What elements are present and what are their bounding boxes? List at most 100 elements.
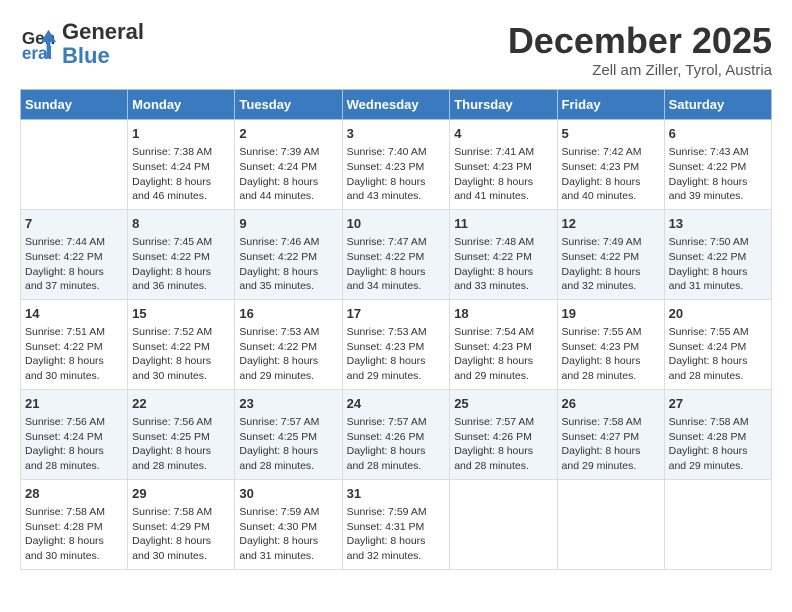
calendar-cell: 31 Sunrise: 7:59 AM Sunset: 4:31 PM Dayli… [342,479,450,569]
day-info: Sunrise: 7:46 AM Sunset: 4:22 PM Dayligh… [239,235,337,294]
calendar-cell: 25Sunrise: 7:57 AM Sunset: 4:26 PM Dayli… [450,389,557,479]
day-number: 20 [669,305,767,323]
weekday-header-sunday: Sunday [21,90,128,120]
day-number: 2 [239,125,337,143]
weekday-header-thursday: Thursday [450,90,557,120]
weekday-header-tuesday: Tuesday [235,90,342,120]
day-info: Sunrise: 7:56 AM Sunset: 4:25 PM Dayligh… [132,415,230,474]
calendar-cell: 24Sunrise: 7:57 AM Sunset: 4:26 PM Dayli… [342,389,450,479]
day-number: 22 [132,395,230,413]
day-info: Sunrise: 7:58 AM Sunset: 4:28 PM Dayligh… [25,505,123,564]
day-number: 15 [132,305,230,323]
day-info: Sunrise: 7:41 AM Sunset: 4:23 PM Dayligh… [454,145,552,204]
logo-line1: General [62,19,144,44]
day-number: 28 [25,485,123,503]
day-number: 18 [454,305,552,323]
calendar-week-row: 21 Sunrise: 7:56 AM Sunset: 4:24 PM Dayli… [21,389,772,479]
calendar-cell [21,120,128,210]
calendar-cell [664,479,771,569]
day-info: Sunrise: 7:59 AM Sunset: 4:30 PM Dayligh… [239,505,337,564]
day-number: 1 [132,125,230,143]
day-number: 16 [239,305,337,323]
calendar-cell: 21 Sunrise: 7:56 AM Sunset: 4:24 PM Dayli… [21,389,128,479]
weekday-header-row: SundayMondayTuesdayWednesdayThursdayFrid… [21,90,772,120]
day-info: Sunrise: 7:57 AM Sunset: 4:25 PM Dayligh… [239,415,337,474]
calendar-cell [557,479,664,569]
logo: Gen eral General Blue [20,20,144,68]
calendar-cell: 28 Sunrise: 7:58 AM Sunset: 4:28 PM Dayli… [21,479,128,569]
calendar-cell: 3Sunrise: 7:40 AM Sunset: 4:23 PM Daylig… [342,120,450,210]
day-number: 29 [132,485,230,503]
day-number: 19 [562,305,660,323]
day-number: 12 [562,215,660,233]
day-info: Sunrise: 7:49 AM Sunset: 4:22 PM Dayligh… [562,235,660,294]
calendar-cell: 26 Sunrise: 7:58 AM Sunset: 4:27 PM Dayli… [557,389,664,479]
day-info: Sunrise: 7:55 AM Sunset: 4:24 PM Dayligh… [669,325,767,384]
day-info: Sunrise: 7:39 AM Sunset: 4:24 PM Dayligh… [239,145,337,204]
location: Zell am Ziller, Tyrol, Austria [508,62,772,79]
calendar-cell: 6Sunrise: 7:43 AM Sunset: 4:22 PM Daylig… [664,120,771,210]
day-info: Sunrise: 7:51 AM Sunset: 4:22 PM Dayligh… [25,325,123,384]
day-info: Sunrise: 7:55 AM Sunset: 4:23 PM Dayligh… [562,325,660,384]
calendar-cell: 22 Sunrise: 7:56 AM Sunset: 4:25 PM Dayli… [128,389,235,479]
calendar-cell: 17 Sunrise: 7:53 AM Sunset: 4:23 PM Dayli… [342,299,450,389]
calendar-cell: 10 Sunrise: 7:47 AM Sunset: 4:22 PM Dayli… [342,209,450,299]
calendar-cell: 13Sunrise: 7:50 AM Sunset: 4:22 PM Dayli… [664,209,771,299]
calendar-cell: 16 Sunrise: 7:53 AM Sunset: 4:22 PM Dayli… [235,299,342,389]
calendar-cell: 11Sunrise: 7:48 AM Sunset: 4:22 PM Dayli… [450,209,557,299]
month-title: December 2025 [508,20,772,62]
day-info: Sunrise: 7:44 AM Sunset: 4:22 PM Dayligh… [25,235,123,294]
calendar-week-row: 1Sunrise: 7:38 AM Sunset: 4:24 PM Daylig… [21,120,772,210]
calendar-cell: 18 Sunrise: 7:54 AM Sunset: 4:23 PM Dayli… [450,299,557,389]
day-number: 26 [562,395,660,413]
calendar-cell: 2 Sunrise: 7:39 AM Sunset: 4:24 PM Daylig… [235,120,342,210]
calendar-cell: 14 Sunrise: 7:51 AM Sunset: 4:22 PM Dayli… [21,299,128,389]
day-info: Sunrise: 7:57 AM Sunset: 4:26 PM Dayligh… [454,415,552,474]
day-info: Sunrise: 7:59 AM Sunset: 4:31 PM Dayligh… [347,505,446,564]
day-info: Sunrise: 7:53 AM Sunset: 4:23 PM Dayligh… [347,325,446,384]
day-info: Sunrise: 7:58 AM Sunset: 4:28 PM Dayligh… [669,415,767,474]
day-number: 24 [347,395,446,413]
title-block: December 2025 Zell am Ziller, Tyrol, Aus… [508,20,772,79]
logo-icon: Gen eral [20,25,58,63]
day-number: 31 [347,485,446,503]
calendar-cell: 15 Sunrise: 7:52 AM Sunset: 4:22 PM Dayli… [128,299,235,389]
calendar-cell: 8 Sunrise: 7:45 AM Sunset: 4:22 PM Daylig… [128,209,235,299]
calendar-week-row: 7 Sunrise: 7:44 AM Sunset: 4:22 PM Daylig… [21,209,772,299]
day-number: 27 [669,395,767,413]
weekday-header-friday: Friday [557,90,664,120]
day-number: 5 [562,125,660,143]
day-number: 3 [347,125,446,143]
day-info: Sunrise: 7:53 AM Sunset: 4:22 PM Dayligh… [239,325,337,384]
calendar-cell: 27 Sunrise: 7:58 AM Sunset: 4:28 PM Dayli… [664,389,771,479]
calendar-cell: 4Sunrise: 7:41 AM Sunset: 4:23 PM Daylig… [450,120,557,210]
day-info: Sunrise: 7:50 AM Sunset: 4:22 PM Dayligh… [669,235,767,294]
calendar-week-row: 28 Sunrise: 7:58 AM Sunset: 4:28 PM Dayli… [21,479,772,569]
day-number: 10 [347,215,446,233]
day-info: Sunrise: 7:56 AM Sunset: 4:24 PM Dayligh… [25,415,123,474]
day-number: 14 [25,305,123,323]
calendar-week-row: 14 Sunrise: 7:51 AM Sunset: 4:22 PM Dayli… [21,299,772,389]
page-header: Gen eral General Blue December 2025 Zell… [20,20,772,79]
calendar-cell: 20 Sunrise: 7:55 AM Sunset: 4:24 PM Dayli… [664,299,771,389]
calendar-cell: 12 Sunrise: 7:49 AM Sunset: 4:22 PM Dayli… [557,209,664,299]
day-info: Sunrise: 7:47 AM Sunset: 4:22 PM Dayligh… [347,235,446,294]
weekday-header-wednesday: Wednesday [342,90,450,120]
day-number: 30 [239,485,337,503]
calendar-cell: 29Sunrise: 7:58 AM Sunset: 4:29 PM Dayli… [128,479,235,569]
day-number: 17 [347,305,446,323]
logo-line2: Blue [62,43,110,68]
day-number: 8 [132,215,230,233]
calendar-cell: 1Sunrise: 7:38 AM Sunset: 4:24 PM Daylig… [128,120,235,210]
day-number: 21 [25,395,123,413]
calendar-cell: 19 Sunrise: 7:55 AM Sunset: 4:23 PM Dayli… [557,299,664,389]
calendar-cell: 5 Sunrise: 7:42 AM Sunset: 4:23 PM Daylig… [557,120,664,210]
calendar-cell [450,479,557,569]
day-info: Sunrise: 7:45 AM Sunset: 4:22 PM Dayligh… [132,235,230,294]
day-info: Sunrise: 7:42 AM Sunset: 4:23 PM Dayligh… [562,145,660,204]
day-info: Sunrise: 7:52 AM Sunset: 4:22 PM Dayligh… [132,325,230,384]
day-number: 7 [25,215,123,233]
day-info: Sunrise: 7:54 AM Sunset: 4:23 PM Dayligh… [454,325,552,384]
day-info: Sunrise: 7:48 AM Sunset: 4:22 PM Dayligh… [454,235,552,294]
day-info: Sunrise: 7:58 AM Sunset: 4:27 PM Dayligh… [562,415,660,474]
